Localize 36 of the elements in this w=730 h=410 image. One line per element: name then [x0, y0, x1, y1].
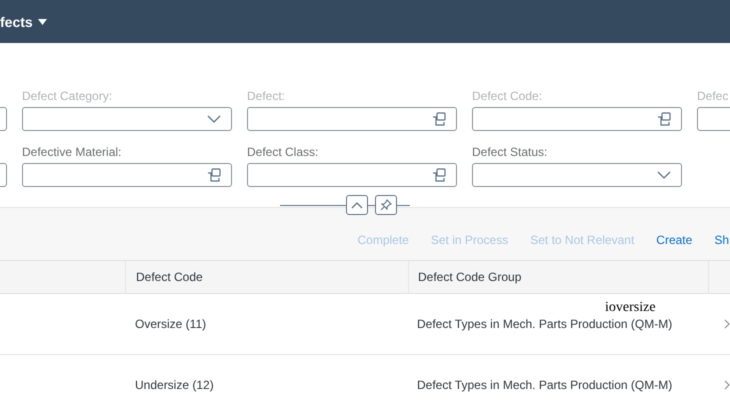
field-label: Defect Status: — [472, 144, 548, 160]
field-label: Defective Material: — [22, 144, 122, 160]
pin-button[interactable] — [374, 195, 396, 215]
value-help-icon[interactable] — [207, 168, 221, 182]
column-header: Defect Code — [136, 270, 203, 284]
collapse-button[interactable] — [346, 195, 368, 215]
overlay-text: ioversize — [605, 300, 656, 316]
page-title-menu[interactable]: fects — [0, 14, 47, 30]
table-row[interactable]: Undersize (12) Defect Types in Mech. Parts Production (QM-M) — [0, 355, 730, 410]
chevron-right-icon — [724, 319, 730, 329]
field-label: Defect: — [247, 88, 286, 104]
pin-icon — [380, 199, 392, 211]
chevron-up-icon — [350, 201, 362, 209]
dropdown-triangle-icon — [38, 18, 47, 24]
value-help-icon[interactable] — [432, 112, 446, 126]
field-label: Defec — [697, 88, 728, 104]
dropdown-field[interactable] — [22, 107, 232, 131]
toolbar-action[interactable]: Create — [656, 233, 692, 247]
column-header: Defect Code Group — [418, 270, 522, 284]
value-help-icon[interactable] — [432, 168, 446, 182]
input-field[interactable] — [22, 163, 232, 187]
field-label: Defect Category: — [22, 88, 112, 104]
field-label: Defect Code: — [472, 88, 542, 104]
field-label: Defect Class: — [247, 144, 318, 160]
toolbar-action[interactable]: Sh — [714, 233, 729, 247]
input-field[interactable] — [247, 163, 457, 187]
table-row[interactable]: ioversize Oversize (11) Defect Types in Mech. Parts Production (QM-M) — [0, 294, 730, 355]
chevron-right-icon — [724, 380, 730, 390]
input-field[interactable] — [247, 107, 457, 131]
value-help-icon[interactable] — [657, 112, 671, 126]
table-cell: Defect Types in Mech. Parts Production (QM-M) — [417, 317, 672, 331]
table-cell: Undersize (12) — [135, 378, 214, 392]
input-field[interactable] — [472, 107, 682, 131]
table-cell: Defect Types in Mech. Parts Production (QM-M) — [417, 378, 672, 392]
dropdown-field[interactable] — [472, 163, 682, 187]
table-cell: Oversize (11) — [135, 317, 206, 331]
